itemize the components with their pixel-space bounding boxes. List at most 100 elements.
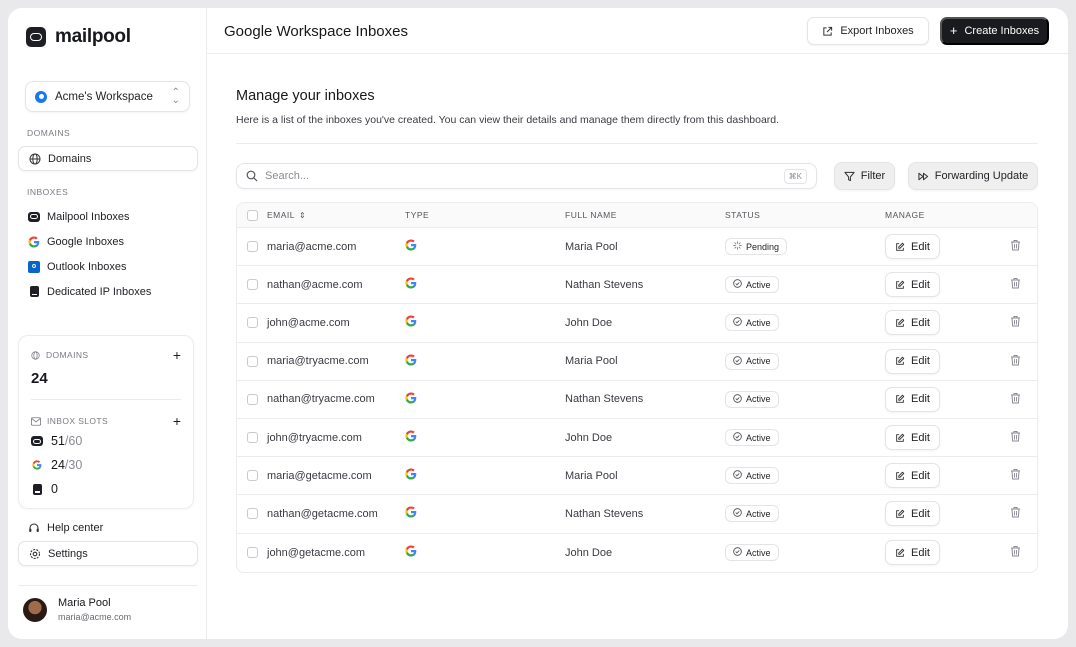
manage-cell: Edit: [885, 501, 995, 527]
logo[interactable]: mailpool: [26, 26, 131, 48]
row-checkbox[interactable]: [247, 393, 258, 405]
workspace-switcher[interactable]: Acme's Workspace ⌃ ⌄: [25, 81, 190, 112]
google-icon: [405, 354, 417, 369]
full-name-cell: Nathan Stevens: [565, 507, 644, 520]
forwarding-update-button[interactable]: Forwarding Update: [908, 162, 1038, 190]
trash-icon[interactable]: [1010, 430, 1021, 445]
google-icon: [405, 315, 417, 330]
sidebar-item-google-inboxes[interactable]: Google Inboxes: [18, 229, 198, 254]
full-name-cell: Maria Pool: [565, 240, 618, 253]
check-circle-icon: [733, 394, 742, 405]
edit-icon: [896, 318, 905, 327]
status-column-header: STATUS: [725, 210, 761, 220]
trash-icon[interactable]: [1010, 354, 1021, 369]
edit-button[interactable]: Edit: [885, 501, 940, 527]
slot-total: /60: [64, 434, 83, 448]
edit-button[interactable]: Edit: [885, 234, 940, 260]
table-header: EMAIL ⇕ TYPE FULL NAME STATUS MANAGE: [237, 203, 1037, 228]
export-label: Export Inboxes: [840, 25, 914, 37]
email-cell: nathan@tryacme.com: [267, 393, 375, 406]
trash-icon[interactable]: [1010, 315, 1021, 330]
status-cell: Active: [725, 352, 885, 370]
fast-forward-icon: [918, 172, 928, 180]
trash-icon[interactable]: [1010, 277, 1021, 292]
sidebar-item-label: Outlook Inboxes: [47, 260, 127, 273]
edit-button[interactable]: Edit: [885, 348, 940, 374]
type-cell: [405, 277, 565, 292]
filter-button[interactable]: Filter: [834, 162, 895, 190]
header: Google Workspace Inboxes Export Inboxes …: [207, 8, 1068, 54]
globe-icon: [31, 350, 40, 360]
loader-icon: [733, 241, 742, 252]
row-checkbox[interactable]: [247, 355, 258, 367]
google-icon: [405, 468, 417, 483]
edit-icon: [896, 356, 905, 365]
edit-button[interactable]: Edit: [885, 310, 940, 336]
user-profile[interactable]: Maria Pool maria@acme.com: [23, 597, 131, 622]
domains-count: 24: [31, 370, 48, 387]
mailpool-icon: [28, 211, 40, 223]
settings-link[interactable]: Settings: [18, 541, 198, 566]
table-row: nathan@tryacme.com Nathan Stevens Active…: [237, 381, 1037, 419]
row-checkbox[interactable]: [247, 317, 258, 329]
domains-stat-label: DOMAINS: [46, 350, 89, 360]
create-inboxes-button[interactable]: + Create Inboxes: [940, 17, 1049, 45]
manage-cell: Edit: [885, 463, 995, 489]
edit-icon: [896, 280, 905, 289]
delete-cell: [995, 430, 1035, 445]
help-center-link[interactable]: Help center: [18, 516, 113, 540]
table-row: nathan@acme.com Nathan Stevens Active Ed…: [237, 266, 1037, 305]
edit-button[interactable]: Edit: [885, 272, 940, 298]
search-shortcut: ⌘K: [783, 168, 807, 184]
user-name: Maria Pool: [58, 597, 111, 609]
edit-icon: [896, 242, 905, 251]
sidebar-item-outlook-inboxes[interactable]: o Outlook Inboxes: [18, 254, 198, 279]
trash-icon[interactable]: [1010, 239, 1021, 254]
delete-cell: [995, 506, 1035, 521]
row-checkbox[interactable]: [247, 432, 258, 444]
edit-icon: [896, 395, 905, 404]
row-checkbox[interactable]: [247, 508, 258, 520]
trash-icon[interactable]: [1010, 545, 1021, 560]
full-name-cell: John Doe: [565, 316, 613, 329]
status-badge: Active: [725, 544, 779, 562]
check-circle-icon: [733, 432, 742, 443]
row-checkbox[interactable]: [247, 547, 258, 559]
table-row: john@getacme.com John Doe Active Edit: [237, 534, 1037, 572]
type-cell: [405, 392, 565, 407]
add-inbox-slot-button[interactable]: +: [173, 414, 181, 428]
table-row: maria@tryacme.com Maria Pool Active Edit: [237, 343, 1037, 381]
row-checkbox[interactable]: [247, 279, 258, 291]
edit-button[interactable]: Edit: [885, 425, 940, 451]
type-cell: [405, 506, 565, 521]
sidebar-item-domains[interactable]: Domains: [18, 146, 198, 171]
trash-icon[interactable]: [1010, 392, 1021, 407]
row-checkbox[interactable]: [247, 470, 258, 482]
inbox-slots-header: INBOX SLOTS: [31, 416, 108, 426]
edit-button[interactable]: Edit: [885, 540, 940, 566]
row-checkbox[interactable]: [247, 241, 258, 253]
edit-button[interactable]: Edit: [885, 386, 940, 412]
status-badge: Active: [725, 314, 779, 332]
table-body: maria@acme.com Maria Pool Pending Edit n…: [237, 228, 1037, 572]
delete-cell: [995, 277, 1035, 292]
search-input[interactable]: Search... ⌘K: [236, 163, 817, 189]
edit-button[interactable]: Edit: [885, 463, 940, 489]
full-name-cell: John Doe: [565, 431, 613, 444]
mail-icon: [31, 416, 41, 426]
sidebar-item-dedicated-ip-inboxes[interactable]: Dedicated IP Inboxes: [18, 279, 198, 304]
select-all-checkbox[interactable]: [247, 209, 258, 221]
mailpool-icon: [31, 435, 43, 447]
email-column-header[interactable]: EMAIL ⇕: [267, 210, 405, 220]
sidebar-item-mailpool-inboxes[interactable]: Mailpool Inboxes: [18, 204, 198, 229]
email-cell: maria@tryacme.com: [267, 355, 369, 368]
workspace-name: Acme's Workspace: [55, 90, 153, 103]
trash-icon[interactable]: [1010, 468, 1021, 483]
create-label: Create Inboxes: [964, 25, 1040, 37]
add-domain-button[interactable]: +: [173, 348, 181, 362]
type-cell: [405, 315, 565, 330]
trash-icon[interactable]: [1010, 506, 1021, 521]
type-cell: [405, 545, 565, 560]
sidebar-item-label: Domains: [48, 152, 92, 165]
export-inboxes-button[interactable]: Export Inboxes: [807, 17, 929, 45]
